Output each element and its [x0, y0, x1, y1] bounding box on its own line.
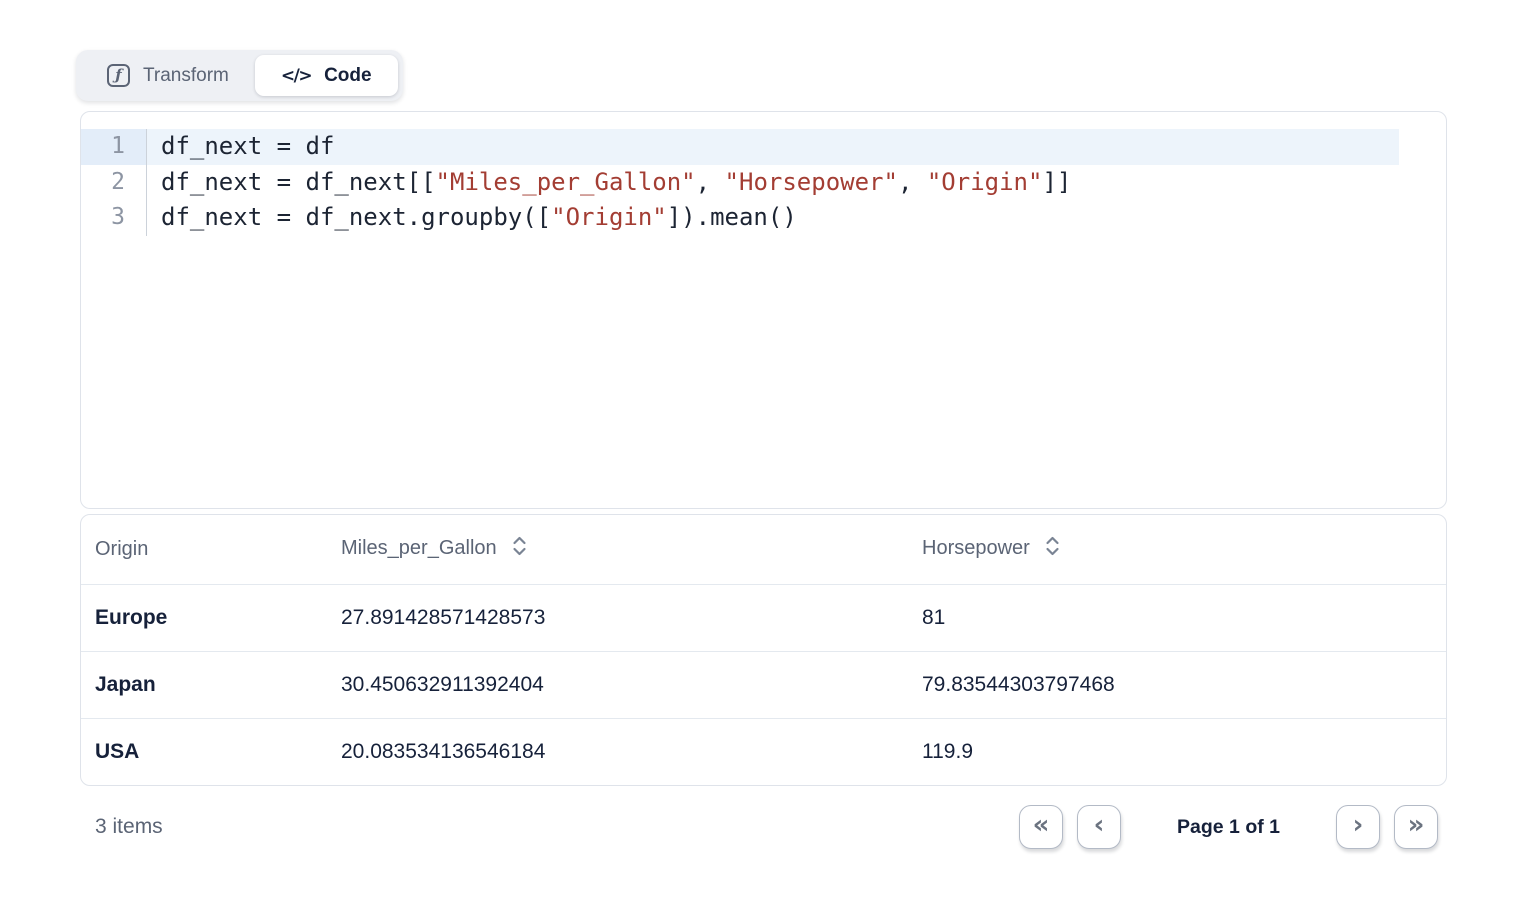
cell-horsepower: 79.83544303797468	[908, 651, 1446, 718]
tab-code-label: Code	[324, 65, 372, 87]
header-row: Origin Miles_per_Gallon Horsepower	[81, 515, 1446, 584]
first-page-icon: «	[1033, 812, 1050, 838]
code-token-string: "Origin"	[551, 203, 667, 231]
line-number: 1	[81, 129, 147, 165]
code-line: 2 df_next = df_next[["Miles_per_Gallon",…	[81, 165, 1446, 201]
tab-transform[interactable]: ƒ Transform	[81, 55, 255, 96]
next-page-button[interactable]: ›	[1336, 805, 1380, 849]
code-token: ]).mean()	[667, 203, 797, 231]
cell-miles-per-gallon: 20.083534136546184	[327, 718, 908, 785]
code-token-string: "Miles_per_Gallon"	[436, 168, 696, 196]
sort-updown-icon[interactable]	[512, 540, 527, 562]
column-header-origin: Origin	[81, 515, 327, 584]
page-indicator: Page 1 of 1	[1177, 816, 1280, 839]
column-header-horsepower[interactable]: Horsepower	[908, 515, 1446, 584]
code-line-content: df_next = df	[147, 129, 1399, 165]
code-editor[interactable]: 1 df_next = df 2 df_next = df_next[["Mil…	[80, 111, 1447, 509]
line-number: 2	[81, 165, 147, 201]
code-icon: </>	[281, 66, 311, 86]
cell-origin: Europe	[81, 584, 327, 651]
code-line: 1 df_next = df	[81, 129, 1446, 165]
code-line-content: df_next = df_next[["Miles_per_Gallon", "…	[147, 165, 1399, 201]
cell-horsepower: 81	[908, 584, 1446, 651]
code-token: df_next = df_next.groupby([	[161, 203, 551, 231]
function-icon: ƒ	[107, 64, 130, 87]
column-header-miles-per-gallon[interactable]: Miles_per_Gallon	[327, 515, 908, 584]
column-label: Origin	[95, 538, 148, 560]
code-token: ,	[898, 168, 927, 196]
prev-page-icon: ‹	[1094, 812, 1105, 838]
tab-code[interactable]: </> Code	[255, 55, 398, 96]
pagination: « ‹ Page 1 of 1 › »	[1019, 805, 1438, 849]
column-label: Horsepower	[922, 537, 1030, 559]
code-line: 3 df_next = df_next.groupby(["Origin"]).…	[81, 200, 1446, 236]
table-row: Europe 27.891428571428573 81	[81, 584, 1446, 651]
table-row: USA 20.083534136546184 119.9	[81, 718, 1446, 785]
cell-miles-per-gallon: 30.450632911392404	[327, 651, 908, 718]
results-table-card: Origin Miles_per_Gallon Horsepower Europ…	[80, 514, 1447, 786]
table-row: Japan 30.450632911392404 79.835443037974…	[81, 651, 1446, 718]
code-token: df_next = df	[161, 132, 334, 160]
cell-origin: USA	[81, 718, 327, 785]
first-page-button[interactable]: «	[1019, 805, 1063, 849]
tab-transform-label: Transform	[143, 65, 229, 87]
sort-updown-icon[interactable]	[1045, 540, 1060, 562]
cell-horsepower: 119.9	[908, 718, 1446, 785]
code-token: ]]	[1042, 168, 1071, 196]
next-page-icon: ›	[1353, 812, 1364, 838]
table-footer: 3 items « ‹ Page 1 of 1 › »	[80, 799, 1447, 855]
results-table: Origin Miles_per_Gallon Horsepower Europ…	[81, 515, 1446, 785]
code-token-string: "Origin"	[927, 168, 1043, 196]
code-token-string: "Horsepower"	[725, 168, 898, 196]
line-number: 3	[81, 200, 147, 236]
cell-miles-per-gallon: 27.891428571428573	[327, 584, 908, 651]
tab-bar: ƒ Transform </> Code	[76, 50, 403, 101]
cell-origin: Japan	[81, 651, 327, 718]
prev-page-button[interactable]: ‹	[1077, 805, 1121, 849]
last-page-icon: »	[1408, 812, 1425, 838]
code-token: ,	[696, 168, 725, 196]
code-token: df_next = df_next[[	[161, 168, 436, 196]
items-count: 3 items	[95, 815, 163, 839]
code-line-content: df_next = df_next.groupby(["Origin"]).me…	[147, 200, 1399, 236]
last-page-button[interactable]: »	[1394, 805, 1438, 849]
column-label: Miles_per_Gallon	[341, 537, 497, 559]
